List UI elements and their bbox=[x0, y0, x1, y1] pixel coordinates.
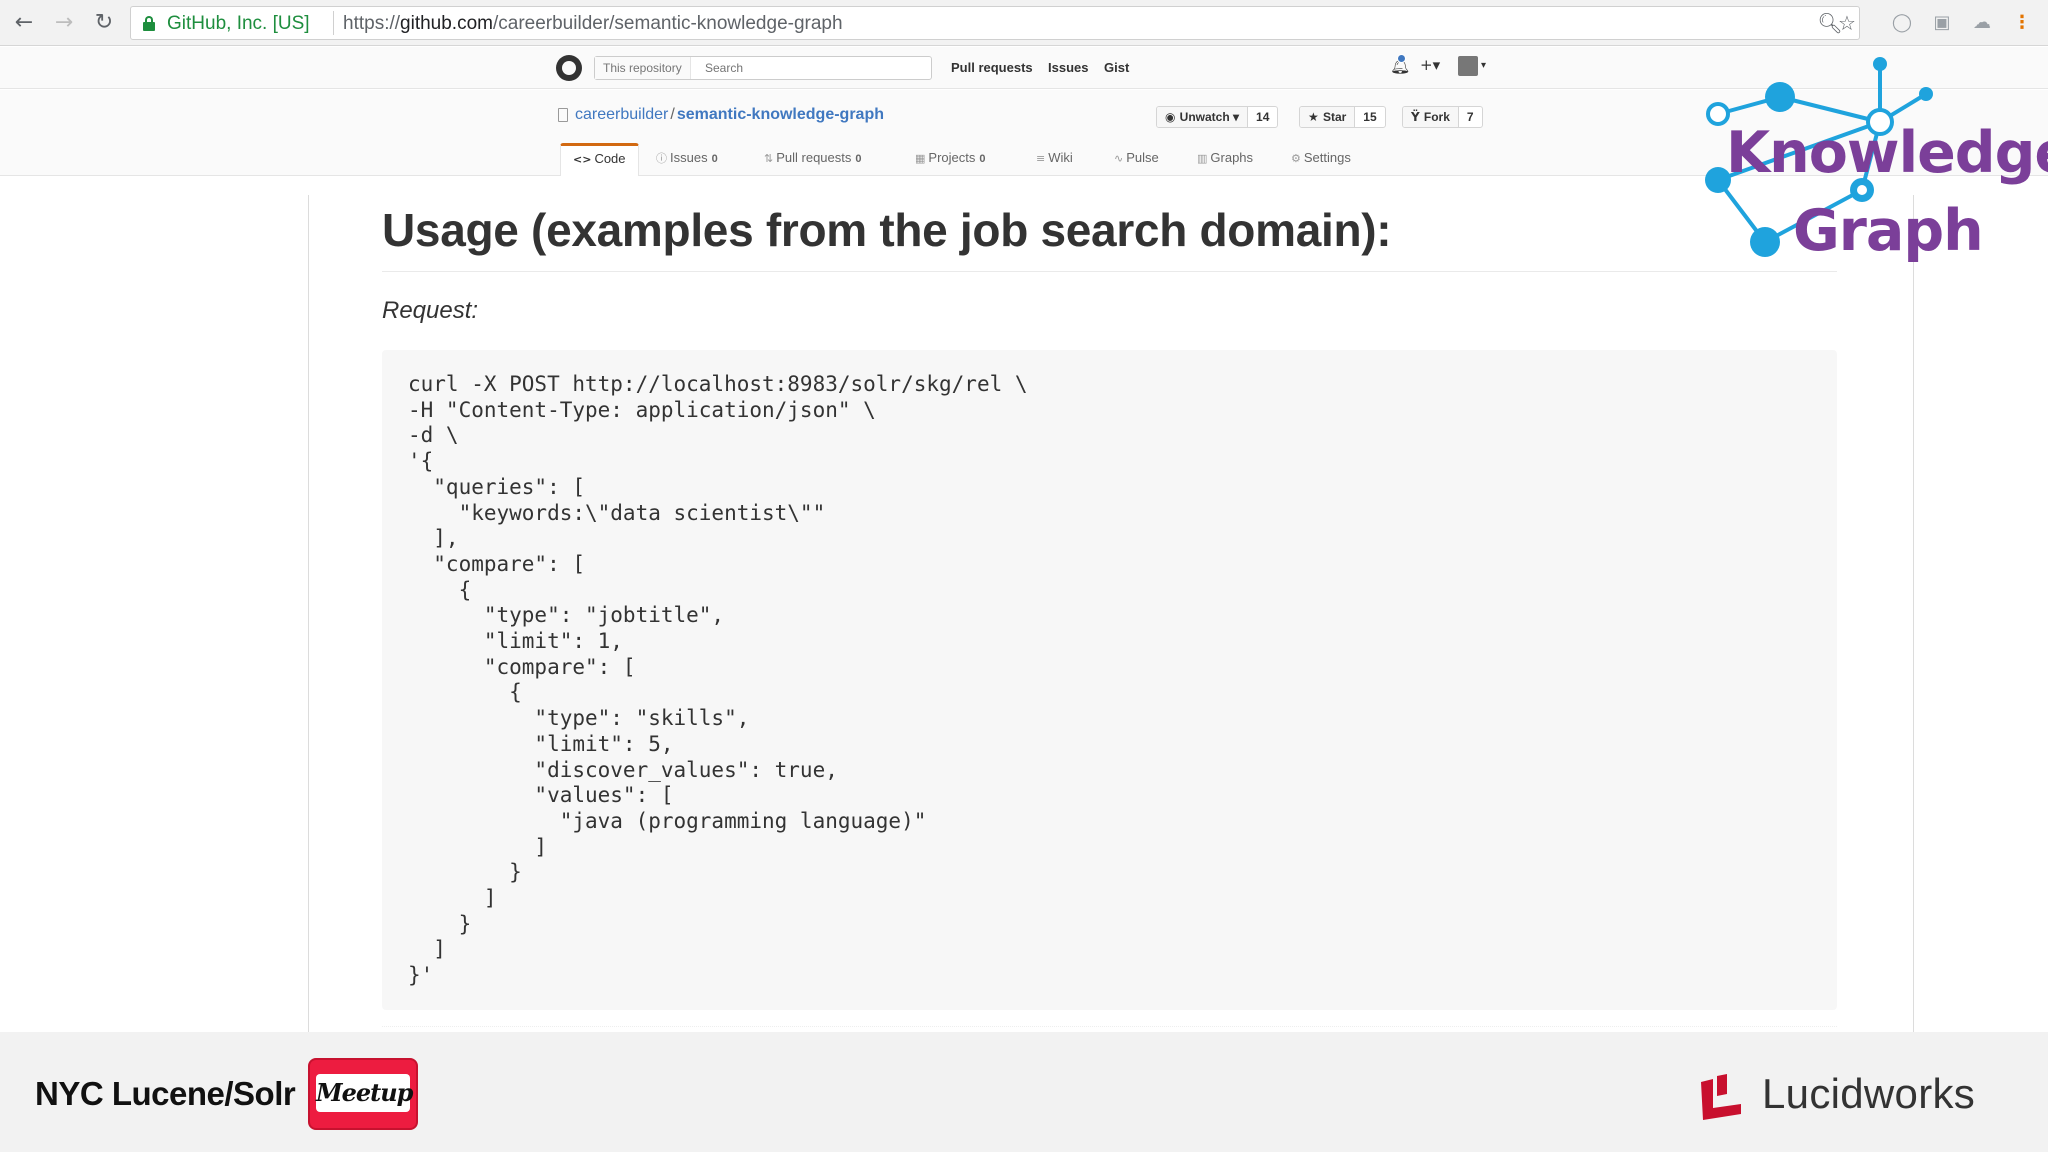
pull-requests-count: 0 bbox=[855, 153, 862, 165]
meetup-logo-text: Meetup bbox=[316, 1078, 413, 1107]
nav-issues[interactable]: Issues bbox=[1048, 60, 1088, 75]
slide: ← → ↻ GitHub, Inc. [US] https://github.c… bbox=[0, 0, 2048, 1152]
gear-icon: ⚙ bbox=[1291, 152, 1301, 165]
tab-issues[interactable]: ⓘ Issues 0 bbox=[652, 143, 722, 176]
github-search[interactable]: This repository bbox=[594, 56, 932, 80]
issues-count: 0 bbox=[711, 153, 718, 165]
tab-label: Issues bbox=[670, 150, 708, 165]
fork-icon: Ÿ bbox=[1411, 110, 1424, 124]
tab-settings[interactable]: ⚙ Settings bbox=[1287, 143, 1355, 176]
tab-pull-requests[interactable]: ⇅ Pull requests 0 bbox=[760, 143, 866, 176]
tab-code[interactable]: <> Code bbox=[560, 143, 639, 176]
tab-label: Projects bbox=[928, 150, 976, 165]
knowledge-graph-title-1: Knowledge bbox=[1726, 120, 2048, 186]
code-icon: <> bbox=[573, 153, 592, 166]
unwatch-button[interactable]: ◉ Unwatch ▾ 14 bbox=[1156, 106, 1279, 128]
request-label: Request: bbox=[382, 297, 479, 324]
meetup-group-name: NYC Lucene/Solr bbox=[35, 1075, 296, 1112]
ev-certificate-label: GitHub, Inc. [US] bbox=[167, 13, 310, 34]
code-text[interactable]: curl -X POST http://localhost:8983/solr/… bbox=[408, 372, 1028, 989]
reload-icon[interactable]: ↻ bbox=[90, 9, 118, 37]
tab-label: Graphs bbox=[1210, 150, 1254, 165]
knowledge-graph-logo: Knowledge Graph bbox=[1690, 52, 2048, 272]
issue-icon: ⓘ bbox=[656, 152, 667, 165]
content-border-right bbox=[1913, 195, 1914, 1032]
slide-footer: NYC Lucene/Solr Meetup Lucidworks bbox=[0, 1032, 2048, 1152]
graph-icon: ▥ bbox=[1197, 152, 1208, 165]
repo-separator: / bbox=[670, 106, 675, 123]
nav-gist[interactable]: Gist bbox=[1104, 60, 1129, 75]
pull-request-icon: ⇅ bbox=[764, 152, 774, 165]
knowledge-graph-title-2: Graph bbox=[1793, 198, 1984, 264]
forks-count[interactable]: 7 bbox=[1457, 107, 1482, 127]
wiki-icon: ≡ bbox=[1036, 152, 1046, 165]
notification-dot bbox=[1397, 54, 1406, 63]
github-logo-icon[interactable] bbox=[556, 55, 582, 81]
back-icon[interactable]: ← bbox=[10, 9, 38, 37]
stargazers-count[interactable]: 15 bbox=[1354, 107, 1384, 127]
tab-projects[interactable]: ▦ Projects 0 bbox=[911, 143, 990, 176]
content-border-left bbox=[308, 195, 309, 1032]
repo-title: careerbuilder / semantic-knowledge-graph bbox=[575, 106, 884, 124]
section-heading: Usage (examples from the job search doma… bbox=[382, 204, 1392, 256]
unwatch-label: Unwatch ▾ bbox=[1179, 110, 1240, 124]
lucidworks-logo-text: Lucidworks bbox=[1762, 1070, 1976, 1117]
tab-graphs[interactable]: ▥ Graphs bbox=[1193, 143, 1257, 176]
lucidworks-logo-icon bbox=[1701, 1074, 1741, 1120]
repo-icon bbox=[558, 108, 568, 122]
tab-label: Code bbox=[594, 151, 626, 166]
address-bar[interactable]: GitHub, Inc. [US] https://github.com/car… bbox=[130, 6, 1860, 40]
repo-owner-link[interactable]: careerbuilder bbox=[575, 106, 668, 123]
tab-wiki[interactable]: ≡ Wiki bbox=[1032, 143, 1077, 176]
code-block: curl -X POST http://localhost:8983/solr/… bbox=[382, 350, 1837, 1010]
tab-label: Pull requests bbox=[776, 150, 852, 165]
star-button[interactable]: ★ Star 15 bbox=[1299, 106, 1386, 128]
star-label: Star bbox=[1322, 110, 1347, 124]
star-icon: ★ bbox=[1308, 110, 1323, 124]
fork-label: Fork bbox=[1423, 110, 1450, 124]
bookmark-star-icon[interactable]: ☆ bbox=[1834, 10, 1860, 36]
pulse-icon: ∿ bbox=[1114, 152, 1124, 165]
heading-divider bbox=[382, 271, 1837, 272]
nav-pull-requests[interactable]: Pull requests bbox=[951, 60, 1033, 75]
chevron-down-icon[interactable]: ▾ bbox=[1481, 60, 1486, 71]
forward-icon[interactable]: → bbox=[50, 9, 78, 37]
fork-button[interactable]: Ÿ Fork 7 bbox=[1402, 106, 1483, 128]
tab-label: Pulse bbox=[1126, 150, 1159, 165]
projects-count: 0 bbox=[979, 153, 986, 165]
cast-icon[interactable]: ▣ bbox=[1930, 11, 1954, 35]
lock-icon bbox=[143, 16, 155, 31]
extension-icon[interactable]: ◯ bbox=[1890, 11, 1914, 35]
repo-name-link[interactable]: semantic-knowledge-graph bbox=[677, 106, 884, 123]
tab-label: Wiki bbox=[1048, 150, 1073, 165]
cloud-icon[interactable]: ☁ bbox=[1970, 11, 1994, 35]
project-icon: ▦ bbox=[915, 152, 926, 165]
browser-toolbar: ← → ↻ GitHub, Inc. [US] https://github.c… bbox=[0, 0, 2048, 46]
avatar[interactable] bbox=[1458, 56, 1478, 76]
tab-pulse[interactable]: ∿ Pulse bbox=[1110, 143, 1163, 176]
search-input[interactable] bbox=[705, 57, 925, 79]
search-scope-label: This repository bbox=[595, 57, 691, 79]
url-text[interactable]: https://github.com/careerbuilder/semanti… bbox=[343, 13, 843, 35]
menu-icon[interactable]: ⋮ bbox=[2010, 11, 2034, 35]
watchers-count[interactable]: 14 bbox=[1247, 107, 1277, 127]
meetup-logo: Meetup bbox=[308, 1058, 418, 1130]
tab-label: Settings bbox=[1303, 150, 1351, 165]
create-new-icon[interactable]: +▾ bbox=[1420, 56, 1440, 74]
eye-icon: ◉ bbox=[1165, 110, 1180, 124]
url-separator bbox=[333, 11, 334, 35]
